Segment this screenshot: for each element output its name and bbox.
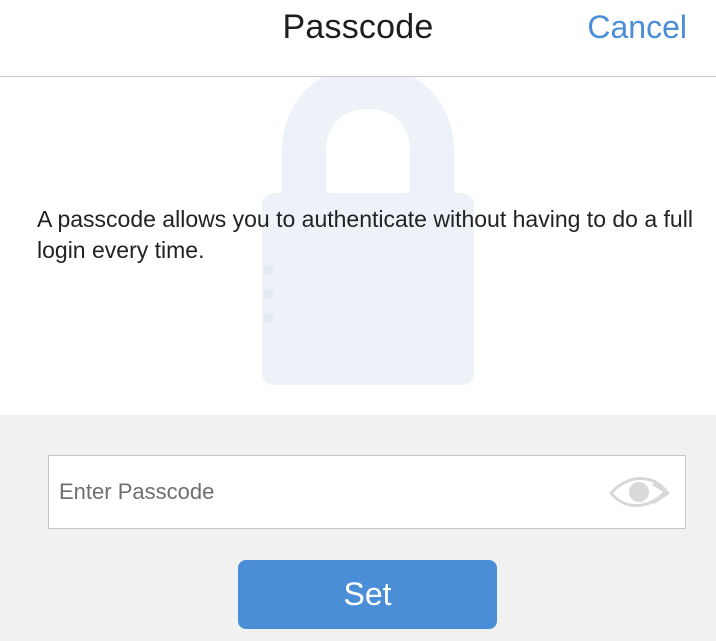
cancel-button[interactable]: Cancel: [587, 7, 687, 47]
show-passcode-button[interactable]: [607, 476, 671, 510]
passcode-form-panel: Set: [0, 415, 716, 641]
passcode-field: [48, 455, 686, 529]
passcode-input[interactable]: [59, 456, 579, 528]
eye-icon: [609, 477, 670, 507]
passcode-description: A passcode allows you to authenticate wi…: [37, 206, 693, 263]
navigation-header: Passcode Cancel: [0, 0, 716, 77]
passcode-info-section: A passcode allows you to authenticate wi…: [0, 77, 716, 415]
set-passcode-button[interactable]: Set: [238, 560, 497, 629]
